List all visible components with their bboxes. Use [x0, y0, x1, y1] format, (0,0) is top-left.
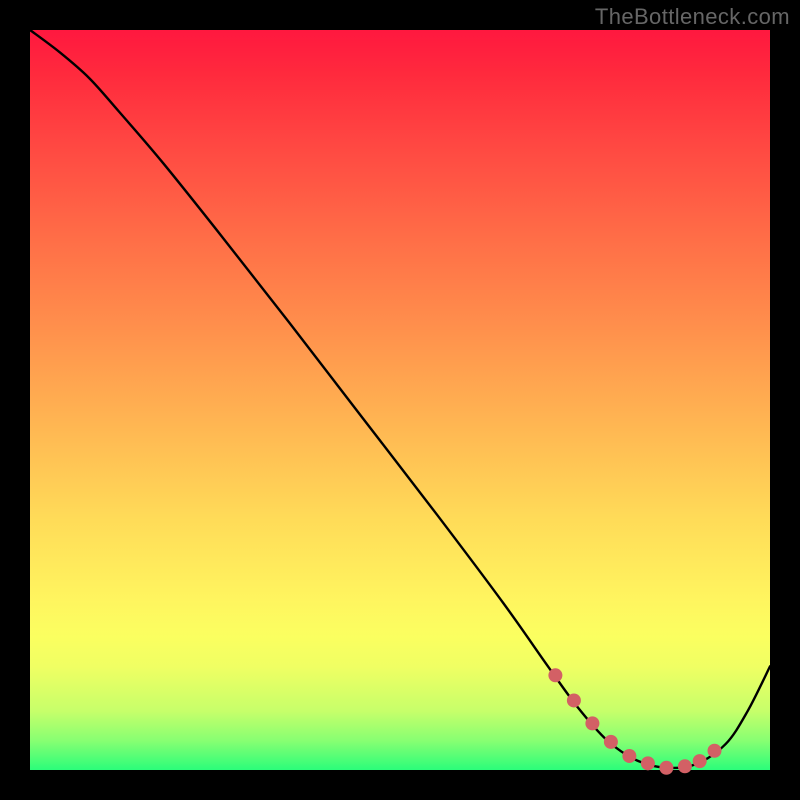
optimal-marker [678, 759, 692, 773]
watermark-text: TheBottleneck.com [595, 4, 790, 30]
optimal-marker [604, 735, 618, 749]
optimal-range-markers [548, 668, 721, 775]
optimal-marker [708, 744, 722, 758]
optimal-marker [548, 668, 562, 682]
optimal-marker [693, 754, 707, 768]
plot-area [30, 30, 770, 770]
optimal-marker [659, 761, 673, 775]
bottleneck-curve-path [30, 30, 770, 768]
curve-svg [30, 30, 770, 770]
optimal-marker [641, 756, 655, 770]
optimal-marker [567, 693, 581, 707]
chart-stage: TheBottleneck.com [0, 0, 800, 800]
optimal-marker [622, 749, 636, 763]
optimal-marker [585, 716, 599, 730]
